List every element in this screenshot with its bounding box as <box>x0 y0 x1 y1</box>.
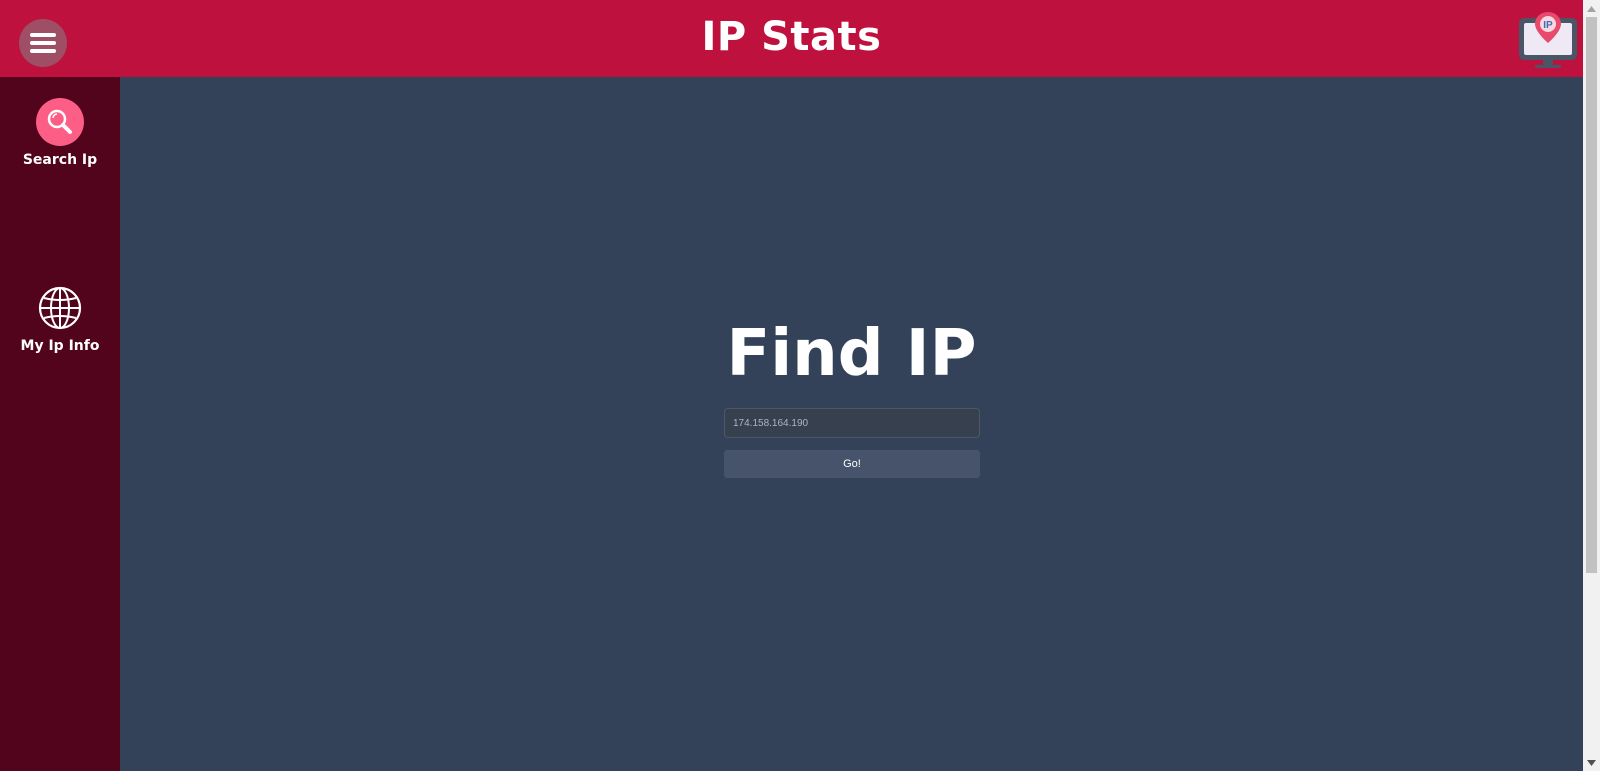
sidebar-item-label: Search Ip <box>22 152 98 168</box>
search-icon <box>36 98 84 146</box>
scroll-up-arrow-icon[interactable] <box>1583 0 1600 17</box>
ip-search-input[interactable] <box>724 408 980 438</box>
globe-icon <box>36 284 84 332</box>
logo-text: IP <box>1543 20 1553 31</box>
main-content: Find IP Go! <box>120 77 1583 771</box>
scroll-down-arrow-icon[interactable] <box>1583 754 1600 771</box>
page-title: Find IP <box>726 317 977 391</box>
ip-monitor-logo-icon: IP <box>1517 10 1579 72</box>
sidebar-item-label: My Ip Info <box>20 338 100 354</box>
top-header: IP Stats IP <box>0 0 1583 77</box>
scrollbar-thumb[interactable] <box>1586 17 1597 573</box>
app-title: IP Stats <box>701 14 882 60</box>
sidebar-item-search-ip[interactable]: Search Ip <box>0 98 120 168</box>
vertical-scrollbar[interactable] <box>1583 0 1600 771</box>
go-button[interactable]: Go! <box>724 450 980 478</box>
sidebar: Search Ip My Ip Info <box>0 77 120 771</box>
sidebar-item-my-ip-info[interactable]: My Ip Info <box>0 284 120 354</box>
